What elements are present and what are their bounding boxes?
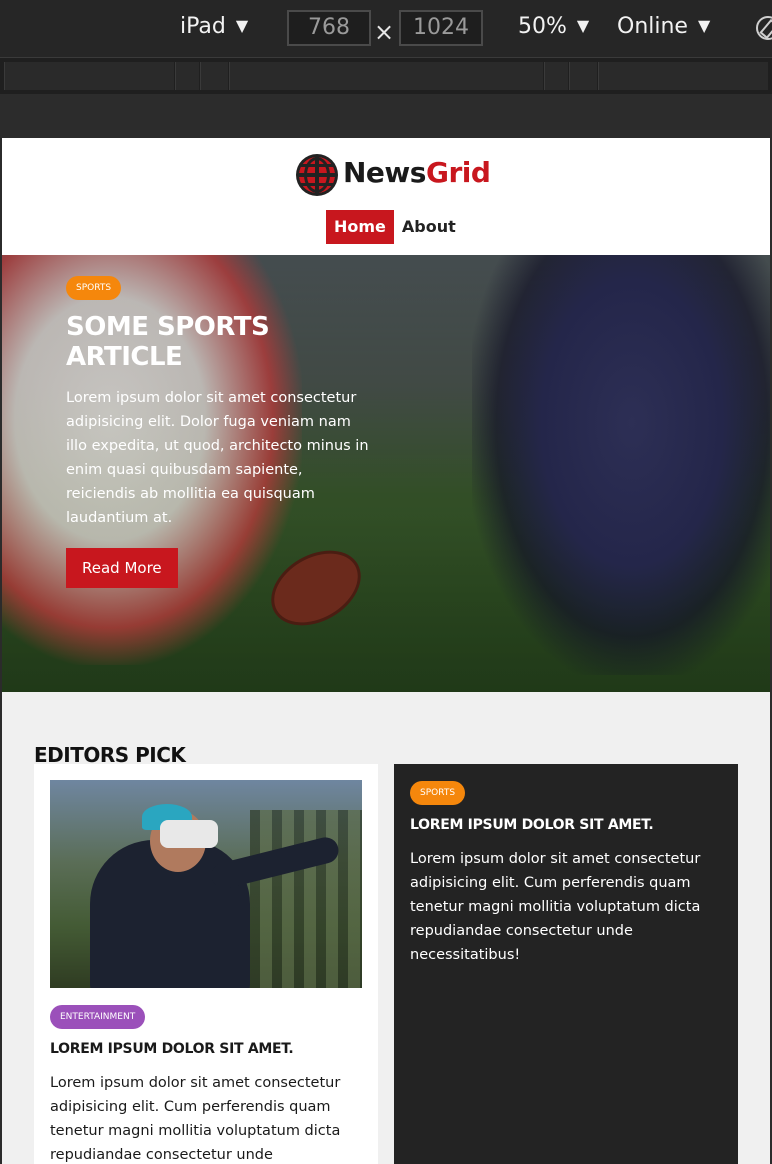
hero-content: SPORTS Some Sports Article Lorem ipsum d…: [66, 275, 376, 588]
nav-about[interactable]: About: [394, 210, 464, 244]
devtools-toolbar: iPad ▼ 768 × 1024 50% ▼ Online ▼: [0, 0, 772, 58]
caret-down-icon: ▼: [576, 16, 590, 35]
card-title[interactable]: Lorem ipsum dolor sit amet.: [410, 817, 722, 833]
hero-text: Lorem ipsum dolor sit amet consectetur a…: [66, 390, 369, 526]
rotate-icon[interactable]: [756, 16, 772, 40]
zoom-label: 50%: [518, 14, 567, 39]
card-body: SPORTS Lorem ipsum dolor sit amet. Lorem…: [410, 780, 722, 967]
card-text: Lorem ipsum dolor sit amet consectetur a…: [50, 1075, 341, 1163]
card-body: ENTERTAINMENT Lorem ipsum dolor sit amet…: [50, 1004, 362, 1164]
device-select[interactable]: iPad ▼: [180, 14, 248, 39]
media-query-ruler: [0, 58, 772, 95]
caret-down-icon: ▼: [697, 16, 711, 35]
logo-text: NewsGrid: [343, 156, 491, 189]
card-text: Lorem ipsum dolor sit amet consectetur a…: [410, 851, 701, 963]
site-header: NewsGrid Home About: [2, 138, 770, 255]
network-throttle-select[interactable]: Online ▼: [617, 14, 710, 39]
category-badge[interactable]: SPORTS: [410, 781, 466, 805]
height-input[interactable]: 1024: [399, 10, 483, 46]
globe-icon: [296, 154, 338, 196]
width-input[interactable]: 768: [287, 10, 371, 46]
caret-down-icon: ▼: [235, 16, 249, 35]
devtools-canvas-gap: [0, 94, 772, 138]
ruler-segment[interactable]: [175, 62, 199, 90]
article-card[interactable]: SPORTS Lorem ipsum dolor sit amet. Lorem…: [394, 764, 738, 1164]
ruler-segment[interactable]: [229, 62, 543, 90]
article-card[interactable]: ENTERTAINMENT Lorem ipsum dolor sit amet…: [34, 764, 378, 1164]
nav-home[interactable]: Home: [326, 210, 394, 244]
hero-section: SPORTS Some Sports Article Lorem ipsum d…: [2, 255, 770, 692]
ruler-segment[interactable]: [544, 62, 568, 90]
zoom-select[interactable]: 50% ▼: [518, 14, 589, 39]
dimension-separator: ×: [374, 18, 395, 46]
network-label: Online: [617, 14, 688, 39]
device-label: iPad: [180, 14, 226, 39]
category-badge[interactable]: SPORTS: [66, 276, 122, 300]
card-title[interactable]: Lorem ipsum dolor sit amet.: [50, 1041, 362, 1057]
read-more-button[interactable]: Read More: [66, 548, 178, 588]
section-title: Editors Pick: [34, 742, 186, 767]
ruler-segment[interactable]: [4, 62, 174, 90]
card-image[interactable]: [50, 780, 362, 988]
main-nav: Home About: [326, 210, 464, 244]
ruler-segment[interactable]: [200, 62, 228, 90]
hero-image-player-right: [472, 255, 770, 675]
hero-title: Some Sports Article: [66, 312, 270, 372]
device-viewport: NewsGrid Home About SPORTS Some Sports A…: [2, 138, 770, 1164]
category-badge[interactable]: ENTERTAINMENT: [50, 1005, 146, 1029]
ruler-segment[interactable]: [598, 62, 768, 90]
ruler-segment[interactable]: [569, 62, 597, 90]
